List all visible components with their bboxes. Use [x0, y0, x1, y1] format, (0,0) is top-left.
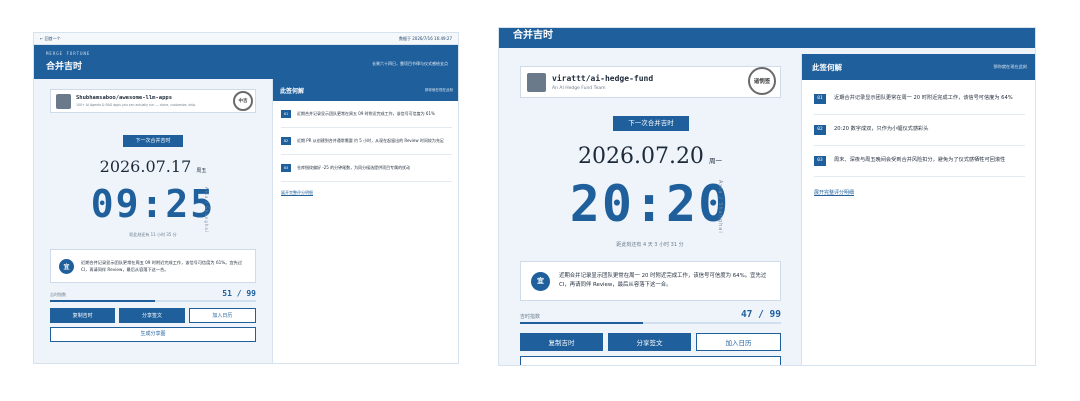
fortune-seal: 中吉 [233, 91, 253, 111]
page-header: MERGE FORTUNE 合并吉时 长果六十四日，靠项目节律与仪式感给支点 [34, 45, 458, 79]
sign-item-number: 02 [281, 137, 291, 145]
sign-item-text: 近期 PR 从创建到合并通常需要 约 5 小时，从现在起留出的 Review 时… [297, 138, 444, 143]
sign-header: 此签何解 那你就在现在此刻 [802, 54, 1035, 80]
copy-time-button[interactable]: 复制吉时 [50, 308, 116, 323]
right-screenshot: 合并吉时 virattt/ai-hedge-fund An AI Hedge F… [498, 27, 1036, 366]
sign-header: 此签何解 那你就在现在此刻 [273, 79, 458, 101]
sign-item-text: 近期合并记录显示团队更常在周一 20 时附近完成工作，该信号可信度为 64% [834, 95, 1013, 101]
next-fortune-button[interactable]: 下一次合并吉时 [613, 116, 689, 131]
advice-badge: 宜 [531, 271, 550, 291]
sign-item: 01 近期合并记录显示团队更常在周一 20 时附近完成工作，该信号可信度为 64% [814, 84, 1025, 115]
weekday: 周五 [196, 168, 207, 174]
sign-column: 此签何解 那你就在现在此刻 01 近期合并记录显示团队更常在周五 09 时附近完成… [272, 79, 458, 363]
index-bar-fill [50, 300, 156, 302]
fortune-time: 20:20 [569, 175, 731, 233]
advice-card: 宜 近期合并记录显示团队更常在周五 09 时附近完成工作，该信号可信度为 61%… [50, 249, 256, 283]
sign-item: 01 近期合并记录显示团队更常在周五 09 时附近完成工作，该信号可信度为 61% [281, 101, 452, 128]
fortune-index: 吉时指数 51 / 99 [50, 289, 256, 298]
weekday: 周一 [709, 157, 723, 165]
add-calendar-button[interactable]: 加入日历 [188, 308, 256, 323]
sign-item-text: 仓库指纹偏好 -25 的分钟尾数，为同分候选提供项目专属的扰动 [297, 165, 411, 170]
share-image-button[interactable]: 生成分享图 [50, 327, 256, 342]
copy-time-button[interactable]: 复制吉时 [520, 333, 603, 351]
advice-text: 近期合并记录显示团队更常在周五 09 时附近完成工作，该信号可信度为 61%。宜… [81, 260, 243, 272]
sign-item: 03 周末、深夜与周五晚间会受到合并风险扣分，避免为了仪式感牺牲可回滚性 [814, 146, 1025, 177]
repo-name: virattt/ai-hedge-fund [552, 73, 654, 83]
sign-item: 02 近期 PR 从创建到合并通常需要 约 5 小时，从现在起留出的 Review… [281, 128, 452, 155]
next-fortune-button[interactable]: 下一次合并吉时 [123, 135, 183, 147]
advice-text: 近期合并记录显示团队更常在周一 20 时附近完成工作，该信号可信度为 64%。宜… [559, 273, 767, 288]
sign-list: 01 近期合并记录显示团队更常在周一 20 时附近完成工作，该信号可信度为 64%… [802, 80, 1035, 177]
sign-item: 03 仓库指纹偏好 -25 的分钟尾数，为同分候选提供项目专属的扰动 [281, 155, 452, 182]
sign-item: 02 20:20 数字成双，只作为小幅仪式感彩头 [814, 115, 1025, 146]
repo-name: Shubhamsaboo/awesome-llm-apps [76, 95, 173, 101]
advice-card: 宜 近期合并记录显示团队更常在周一 20 时附近完成工作，该信号可信度为 64%… [520, 261, 781, 301]
share-sign-button[interactable]: 分享签文 [608, 333, 691, 351]
back-link[interactable]: ← 回首一个 [40, 36, 61, 42]
sign-item-number: 03 [814, 156, 826, 166]
advice-badge: 宜 [59, 258, 74, 274]
sign-item-text: 20:20 数字成双，只作为小幅仪式感彩头 [834, 126, 929, 132]
fortune-column: Shubhamsaboo/awesome-llm-apps 100+ AI Ag… [34, 79, 272, 363]
avatar [56, 93, 71, 109]
fortune-date: 2026.07.17 周五 [34, 157, 272, 176]
share-sign-button[interactable]: 分享签文 [119, 308, 185, 323]
header-kicker: MERGE FORTUNE [46, 51, 91, 56]
date-value: 2026.07.17 [99, 157, 192, 176]
sign-list: 01 近期合并记录显示团队更常在周五 09 时附近完成工作，该信号可信度为 61%… [273, 101, 458, 182]
page-title: 合并吉时 [513, 30, 553, 41]
share-image-button[interactable] [520, 356, 781, 365]
page-header: 合并吉时 [499, 28, 1035, 48]
repo-card[interactable]: virattt/ai-hedge-fund An AI Hedge Fund T… [520, 66, 781, 98]
repo-card[interactable]: Shubhamsaboo/awesome-llm-apps 100+ AI Ag… [50, 89, 256, 113]
index-value: 47 / 99 [740, 309, 781, 320]
sign-item-number: 02 [814, 125, 826, 135]
fortune-date: 2026.07.20 周一 [499, 144, 801, 169]
sign-item-text: 近期合并记录显示团队更常在周五 09 时附近完成工作，该信号可信度为 61% [297, 111, 435, 116]
index-label: 吉时指数 [50, 292, 66, 297]
date-value: 2026.07.20 [577, 144, 704, 169]
avatar [527, 72, 546, 92]
sign-column: 此签何解 那你就在现在此刻 01 近期合并记录显示团队更常在周一 20 时附近完成… [801, 54, 1035, 365]
action-buttons: 复制吉时 分享签文 加入日历 [520, 333, 781, 351]
expand-details-link[interactable]: 展开完整评分明细 [281, 190, 452, 196]
top-nav: ← 回首一个 数据于 2026/7/16 16:49:27 [34, 33, 458, 45]
index-bar [50, 300, 256, 302]
time-remaining: 距此刻还有 11 小时 35 分 [129, 232, 177, 237]
action-buttons: 复制吉时 分享签文 加入日历 [50, 308, 256, 323]
sign-title: 此签何解 [280, 87, 305, 95]
published-time: 数据于 2026/7/16 16:49:27 [398, 35, 452, 41]
timezone-label: Asia / Shanghai [204, 187, 209, 233]
time-remaining: 距此刻还有 4 天 3 小时 31 分 [616, 242, 684, 248]
sign-item-number: 01 [814, 94, 826, 104]
sign-item-number: 01 [281, 110, 291, 118]
add-calendar-button[interactable]: 加入日历 [696, 333, 781, 351]
fortune-time: 09:25 [90, 182, 216, 226]
repo-description: An AI Hedge Fund Team [552, 85, 606, 91]
header-tagline: 长果六十四日，靠项目节律与仪式感给支点 [372, 61, 448, 66]
expand-details-link[interactable]: 展开完整评分明细 [814, 189, 1025, 196]
timezone-label: Asia / Shanghai [717, 180, 723, 234]
sign-item-number: 03 [281, 164, 291, 172]
index-value: 51 / 99 [222, 289, 256, 298]
sign-item-text: 周末、深夜与周五晚间会受到合并风险扣分，避免为了仪式感牺牲可回滚性 [834, 157, 1006, 163]
sign-subtitle: 那你就在现在此刻 [425, 87, 453, 92]
fortune-column: virattt/ai-hedge-fund An AI Hedge Fund T… [499, 54, 801, 365]
index-bar-fill [520, 322, 643, 324]
fortune-seal: 诸悯签 [748, 67, 776, 95]
fortune-index: 吉时指数 47 / 99 [520, 309, 781, 320]
index-label: 吉时指数 [520, 314, 541, 320]
index-bar [520, 322, 781, 324]
sign-subtitle: 那你就在现在此刻 [993, 64, 1027, 69]
left-screenshot: ← 回首一个 数据于 2026/7/16 16:49:27 MERGE FORT… [33, 32, 459, 364]
repo-description: 100+ AI Agents & RAG apps you can actual… [76, 103, 197, 107]
sign-title: 此签何解 [812, 62, 842, 72]
